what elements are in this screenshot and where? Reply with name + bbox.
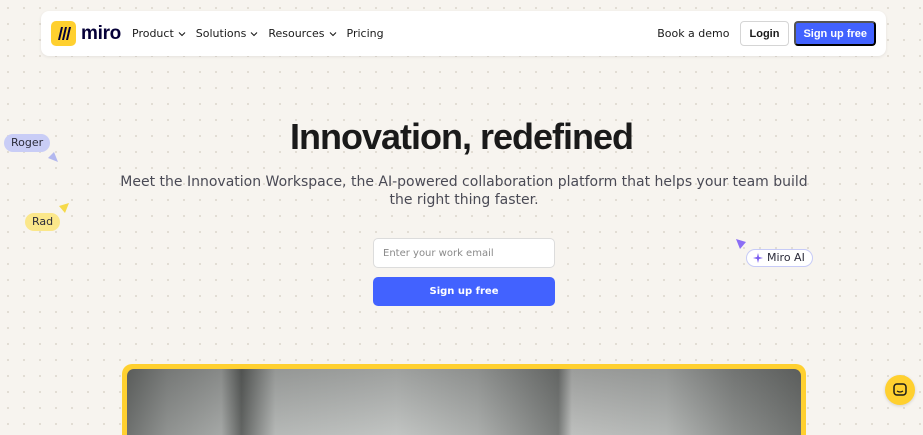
nav-item-label: Solutions (195, 27, 247, 40)
chat-icon (893, 383, 907, 396)
chevron-down-icon (329, 31, 336, 36)
nav-item-solutions[interactable]: Solutions (196, 27, 259, 40)
hero-title: Innovation, redefined (289, 116, 634, 157)
hero-media-frame (122, 364, 806, 435)
miro-logo[interactable]: miro (51, 21, 121, 46)
signup-nav-button[interactable]: Sign up free (794, 21, 876, 46)
cursor-arrow-icon (736, 239, 746, 249)
email-input[interactable] (373, 238, 555, 268)
chat-widget-button[interactable] (885, 375, 915, 405)
sparkle-icon (753, 253, 763, 263)
chevron-down-icon (250, 31, 258, 36)
nav-item-label: Pricing (346, 27, 384, 40)
cursor-arrow-icon (59, 203, 69, 213)
nav-item-label: Product (132, 27, 174, 40)
chevron-down-icon (178, 31, 186, 36)
nav-item-pricing[interactable]: Pricing (347, 27, 384, 40)
main-nav: Product Solutions Resources Pricing (132, 11, 394, 56)
hero-subtitle: Meet the Innovation Workspace, the AI-po… (120, 174, 808, 208)
cursor-label-rad: Rad (25, 213, 61, 231)
miro-ai-label: Miro AI (767, 251, 805, 264)
brand-name: miro (81, 22, 121, 44)
nav-item-label: Resources (268, 27, 325, 40)
login-button[interactable]: Login (739, 21, 790, 46)
book-demo-link[interactable]: Book a demo (657, 27, 729, 40)
cursor-arrow-icon (48, 152, 58, 162)
nav-item-product[interactable]: Product (132, 27, 186, 40)
hero-signup-button[interactable]: Sign up free (373, 277, 555, 306)
nav-item-resources[interactable]: Resources (268, 27, 336, 40)
top-navbar: miro Product Solutions Resources Pricing… (41, 11, 886, 56)
cursor-label-roger: Roger (4, 134, 51, 152)
hero-image (127, 369, 801, 435)
nav-actions: Book a demo Login Sign up free (657, 21, 876, 46)
miro-logo-icon (51, 21, 76, 46)
cursor-label-miro-ai: Miro AI (746, 249, 813, 267)
